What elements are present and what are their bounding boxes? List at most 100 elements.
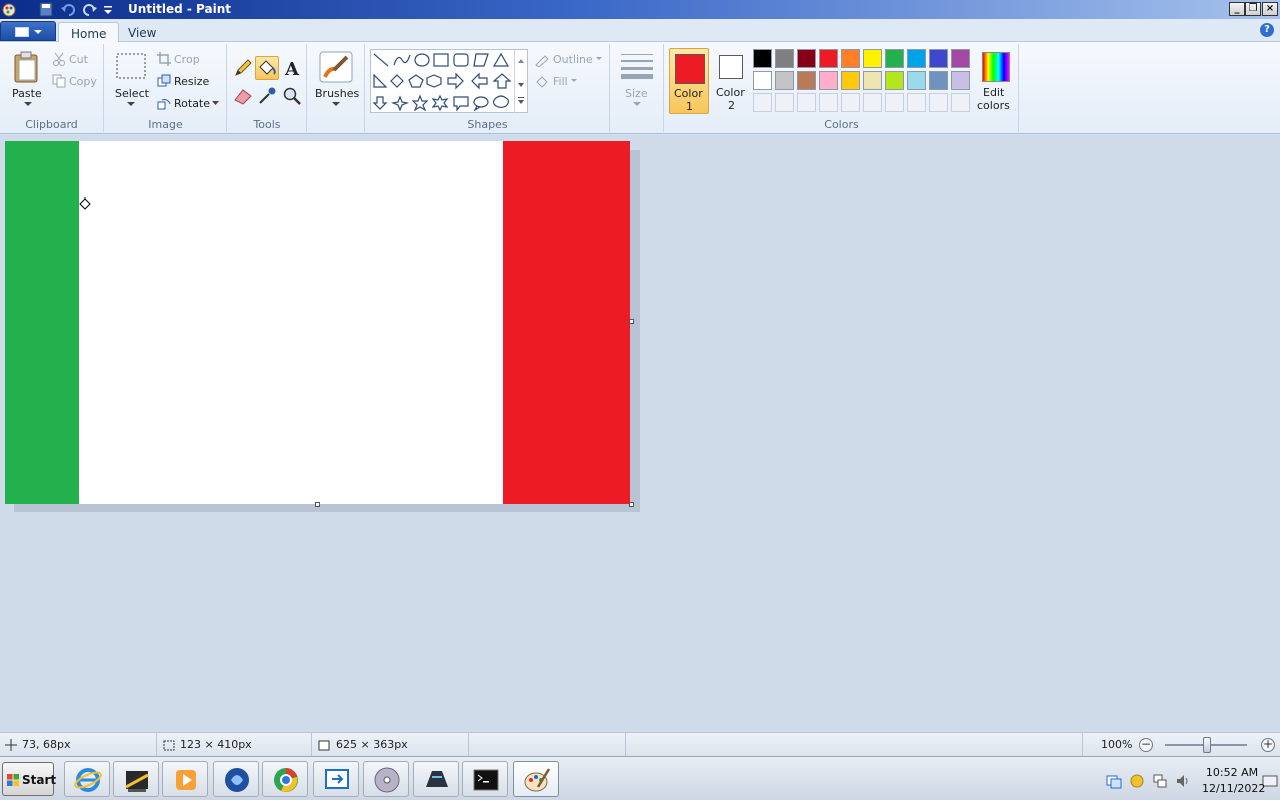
resize-button[interactable]: Resize: [174, 75, 209, 88]
tab-home[interactable]: Home: [58, 22, 120, 43]
brushes-button[interactable]: Brushes: [315, 87, 359, 100]
palette-custom-slot[interactable]: [841, 93, 860, 112]
palette-custom-slot[interactable]: [929, 93, 948, 112]
rotate-button[interactable]: Rotate: [174, 97, 210, 110]
redo-icon[interactable]: [82, 2, 98, 17]
zoom-in-button[interactable]: +: [1261, 738, 1275, 752]
copy-button[interactable]: Copy: [69, 75, 97, 88]
palette-custom-slot[interactable]: [863, 93, 882, 112]
drawing-canvas[interactable]: [5, 141, 630, 504]
palette-custom-slot[interactable]: [797, 93, 816, 112]
resize-handle-bottom[interactable]: [315, 502, 320, 507]
outline-icon: [535, 55, 549, 67]
crop-button[interactable]: Crop: [174, 53, 200, 66]
palette-swatch[interactable]: [797, 71, 816, 90]
palette-swatch[interactable]: [929, 49, 948, 68]
color2-button[interactable]: Color 2: [713, 48, 749, 114]
brushes-chevron-down-icon[interactable]: [332, 102, 340, 107]
color-picker-icon[interactable]: [257, 86, 277, 106]
network-icon[interactable]: [1152, 773, 1168, 789]
brushes-icon[interactable]: [318, 50, 354, 84]
palette-swatch[interactable]: [775, 49, 794, 68]
paste-icon[interactable]: [12, 50, 42, 84]
select-button[interactable]: Select: [115, 87, 149, 100]
palette-custom-slot[interactable]: [775, 93, 794, 112]
paste-chevron-down-icon[interactable]: [24, 102, 32, 107]
network-share-icon[interactable]: [1106, 773, 1122, 789]
paste-button[interactable]: Paste: [12, 87, 42, 100]
palette-swatch[interactable]: [819, 49, 838, 68]
taskbar-internet-explorer[interactable]: [64, 761, 110, 797]
select-icon[interactable]: [115, 52, 147, 80]
palette-custom-slot[interactable]: [951, 93, 970, 112]
tab-view[interactable]: View: [116, 22, 168, 43]
palette-swatch[interactable]: [907, 49, 926, 68]
fill-button[interactable]: Fill: [553, 75, 568, 88]
palette-swatch[interactable]: [841, 71, 860, 90]
help-icon[interactable]: ?: [1260, 23, 1274, 37]
taskbar-chrome[interactable]: [262, 761, 308, 797]
color1-button[interactable]: Color 1: [669, 48, 709, 114]
start-label: Start: [22, 773, 57, 787]
resize-handle-right[interactable]: [629, 319, 634, 324]
taskbar-cmd[interactable]: [462, 761, 508, 797]
palette-swatch[interactable]: [907, 71, 926, 90]
paint-app-icon[interactable]: [2, 2, 17, 17]
taskbar-app-blue[interactable]: [213, 761, 259, 797]
palette-swatch[interactable]: [775, 71, 794, 90]
cut-button[interactable]: Cut: [69, 53, 88, 66]
pencil-icon[interactable]: [233, 58, 253, 78]
palette-custom-slot[interactable]: [819, 93, 838, 112]
clock-time[interactable]: 10:52 AM: [1202, 766, 1262, 779]
palette-swatch[interactable]: [753, 71, 772, 90]
security-icon[interactable]: [1129, 773, 1145, 789]
outline-button[interactable]: Outline: [553, 53, 593, 66]
size-button[interactable]: Size: [625, 87, 648, 100]
taskbar-paint[interactable]: [513, 761, 559, 797]
palette-swatch[interactable]: [885, 49, 904, 68]
palette-custom-slot[interactable]: [907, 93, 926, 112]
magnifier-icon[interactable]: [282, 86, 302, 106]
save-icon[interactable]: [38, 2, 54, 17]
palette-swatch[interactable]: [929, 71, 948, 90]
customize-qat-chevron-down-icon[interactable]: [102, 2, 114, 17]
palette-swatch[interactable]: [841, 49, 860, 68]
minimize-button[interactable]: _: [1229, 2, 1245, 16]
palette-swatch[interactable]: [863, 71, 882, 90]
paint-menu-button[interactable]: [0, 21, 56, 41]
shapes-scrollbar[interactable]: [514, 49, 526, 113]
start-button[interactable]: Start: [2, 762, 57, 796]
clock-date[interactable]: 12/11/2022: [1202, 782, 1265, 795]
size-icon[interactable]: [620, 52, 654, 80]
edit-colors-button[interactable]: Edit colors: [977, 48, 1017, 114]
rotate-chevron-down-icon[interactable]: [212, 101, 219, 106]
taskbar-media-player[interactable]: [162, 761, 208, 797]
palette-swatch[interactable]: [753, 49, 772, 68]
shapes-gallery-icons[interactable]: [372, 51, 514, 111]
taskbar-game-app[interactable]: [413, 761, 459, 797]
zoom-slider-thumb[interactable]: [1203, 737, 1211, 753]
palette-swatch[interactable]: [951, 71, 970, 90]
select-chevron-down-icon[interactable]: [127, 102, 135, 107]
palette-swatch[interactable]: [819, 71, 838, 90]
palette-custom-slot[interactable]: [885, 93, 904, 112]
zoom-out-button[interactable]: −: [1139, 738, 1153, 752]
text-tool-icon[interactable]: A: [282, 58, 302, 78]
colors-group-label: Colors: [824, 118, 859, 131]
restore-button[interactable]: ❐: [1245, 2, 1261, 16]
palette-custom-slot[interactable]: [753, 93, 772, 112]
palette-swatch[interactable]: [885, 71, 904, 90]
palette-swatch[interactable]: [863, 49, 882, 68]
fill-tool-selected[interactable]: [255, 56, 279, 80]
eraser-icon[interactable]: [233, 86, 253, 106]
palette-swatch[interactable]: [797, 49, 816, 68]
volume-icon[interactable]: [1175, 773, 1191, 789]
taskbar-file-manager[interactable]: [113, 761, 159, 797]
color-palette: [753, 49, 975, 115]
palette-swatch[interactable]: [951, 49, 970, 68]
close-button[interactable]: ×: [1262, 2, 1278, 16]
taskbar-dvd[interactable]: [363, 761, 409, 797]
taskbar-remote-app[interactable]: [313, 761, 359, 797]
resize-handle-corner[interactable]: [629, 502, 634, 507]
undo-icon[interactable]: [60, 2, 76, 17]
